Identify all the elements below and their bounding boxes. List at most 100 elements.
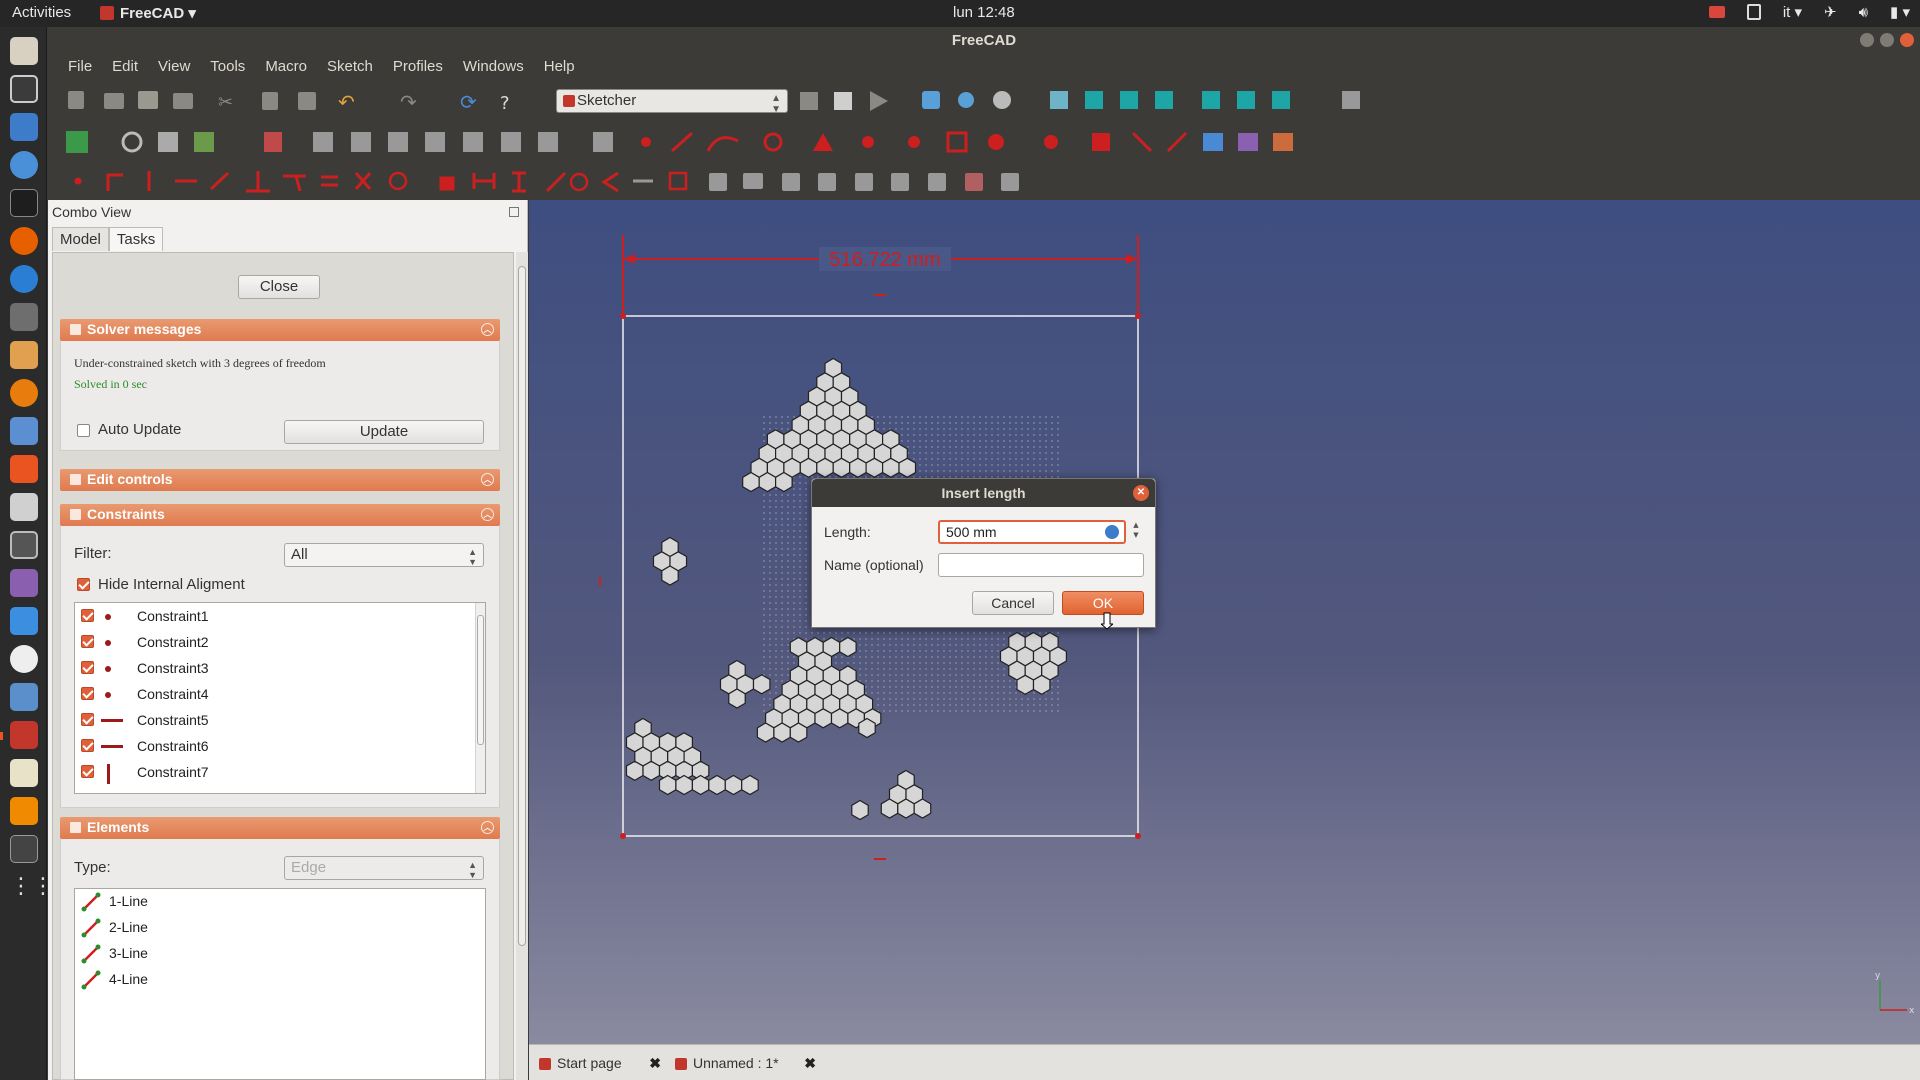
view-sketch-icon[interactable] [121,131,143,153]
close-shape-icon[interactable] [965,173,983,191]
block-constraint-icon[interactable] [388,171,408,191]
toggle-constraint-icon[interactable] [668,171,688,191]
elements-header[interactable]: Elements ︿ [60,817,500,839]
sketch-hexagon[interactable] [880,798,899,819]
validate-sketch-icon[interactable] [264,132,282,152]
radius-constraint-icon[interactable] [569,172,589,192]
collapse-icon[interactable]: ︿ [481,508,494,521]
select-constraints-icon[interactable] [313,132,333,152]
lock-constraint-icon[interactable] [439,176,455,191]
horizontal-distance-icon[interactable] [472,173,496,189]
construction-mode-icon[interactable] [1273,133,1293,151]
select-origin-icon[interactable] [351,132,371,152]
vertex-bottom-right[interactable] [1135,833,1141,839]
run-macro-icon[interactable] [870,91,888,111]
expression-icon[interactable] [1105,525,1119,539]
paste-icon[interactable] [298,92,316,110]
conic-icon[interactable] [813,133,833,151]
menu-tools[interactable]: Tools [200,54,255,81]
sketch-hexagon[interactable] [625,760,644,781]
collapse-icon[interactable]: ︿ [481,821,494,834]
arc-icon[interactable] [706,136,739,152]
keyboard-layout[interactable]: it ▾ [1783,3,1802,21]
perpendicular-constraint-icon[interactable] [246,171,270,193]
menu-profiles[interactable]: Profiles [383,54,453,81]
distance-constraint-icon[interactable] [545,171,567,193]
sketch-hexagon[interactable] [741,774,759,796]
impress-icon[interactable] [10,417,38,445]
list-item[interactable]: Constraint4 [81,683,471,705]
sketch-hexagon[interactable] [913,798,932,819]
solver-messages-header[interactable]: Solver messages ︿ [60,319,500,341]
draw-style-icon[interactable] [993,91,1011,109]
menu-sketch[interactable]: Sketch [317,54,383,81]
bspline-poles-icon[interactable] [743,173,763,189]
coincident-icon[interactable] [74,177,82,185]
increase-degree-icon[interactable] [891,173,909,191]
minimize-icon[interactable] [1860,33,1874,47]
gimp-icon[interactable] [10,303,38,331]
left-view-icon[interactable] [1272,91,1290,109]
close-window-icon[interactable] [1900,33,1914,47]
sketch-hexagon[interactable] [858,717,876,739]
menu-file[interactable]: File [58,54,102,81]
select-elements-icon[interactable] [538,132,558,152]
menu-windows[interactable]: Windows [453,54,534,81]
edit-controls-header[interactable]: Edit controls ︿ [60,469,500,491]
measure-icon[interactable] [1342,91,1360,109]
select-conflicting-icon[interactable] [501,132,521,152]
point-icon[interactable] [641,137,651,147]
front-view-icon[interactable] [1085,91,1103,109]
constraints-header[interactable]: Constraints ︿ [60,504,500,526]
sketch-hexagon[interactable] [1032,674,1051,695]
bottom-view-icon[interactable] [1237,91,1255,109]
equal-constraint-icon[interactable] [321,175,338,187]
sketch-hexagon[interactable] [789,722,808,743]
sketch-hexagon[interactable] [642,760,661,781]
new-icon[interactable] [68,91,84,109]
parallel-constraint-icon[interactable] [209,171,230,191]
clipboard-icon[interactable] [1746,4,1761,20]
sketch-hexagon[interactable] [832,457,851,478]
save-icon[interactable] [138,91,158,109]
notes-icon[interactable] [10,759,38,787]
sketch-hexagon[interactable] [775,471,793,493]
list-item[interactable]: 3-Line [81,942,471,964]
knot-multiplicity-icon[interactable] [818,173,836,191]
reorient-sketch-icon[interactable] [194,132,214,152]
constraint-checkbox[interactable] [81,765,94,778]
menu-view[interactable]: View [148,54,200,81]
sketch-hexagon[interactable] [773,722,791,743]
cancel-button[interactable]: Cancel [972,591,1054,615]
right-view-icon[interactable] [1155,91,1173,109]
close-tab-icon[interactable]: ✖ [804,1055,816,1072]
app-menu[interactable]: FreeCAD ▾ [100,4,196,22]
menu-macro[interactable]: Macro [255,54,317,81]
writer-icon[interactable] [10,113,38,141]
curvature-comb-icon[interactable] [782,173,800,191]
sketch-hexagon[interactable] [849,457,867,478]
vertex-top-right[interactable] [1135,313,1141,319]
eye-icon[interactable] [10,645,38,673]
list-item[interactable]: Constraint3 [81,657,471,679]
print-icon[interactable] [173,93,193,109]
slot-icon[interactable] [1044,135,1058,149]
fit-selection-icon[interactable] [958,92,974,108]
polyline-icon[interactable] [908,136,920,148]
fillet-icon[interactable] [1092,133,1110,151]
constraint-checkbox[interactable] [81,713,94,726]
hide-internal-checkbox[interactable] [77,578,90,591]
dimension-label[interactable]: 516.722 mm [829,249,940,271]
sketch-hexagon[interactable] [814,708,833,729]
draw-icon[interactable] [10,341,38,369]
sketch-hexagon[interactable] [816,457,834,478]
constraint-checkbox[interactable] [81,661,94,674]
redo-icon[interactable]: ↷ [400,90,417,114]
blender-icon[interactable] [10,379,38,407]
vertical-distance-icon[interactable] [512,171,526,193]
files-icon[interactable] [10,37,38,65]
constraints-scrollbar-thumb[interactable] [477,615,484,745]
firefox-icon[interactable] [10,227,38,255]
line-icon[interactable] [670,131,694,153]
update-button[interactable]: Update [284,420,484,444]
